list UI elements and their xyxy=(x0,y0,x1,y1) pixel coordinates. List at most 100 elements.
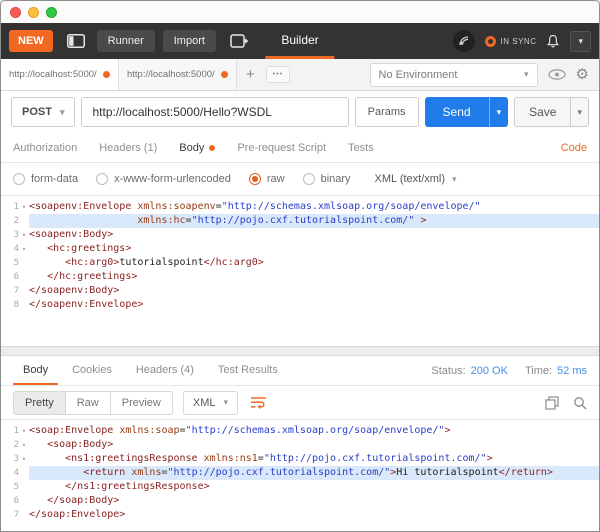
active-tab-dot xyxy=(209,145,215,151)
view-preview-button[interactable]: Preview xyxy=(111,391,173,415)
search-icon[interactable] xyxy=(573,396,587,410)
environment-quicklook-icon[interactable] xyxy=(548,69,566,80)
close-window-button[interactable] xyxy=(10,7,21,18)
tab-label: Cookies xyxy=(72,364,112,376)
runner-button[interactable]: Runner xyxy=(97,30,155,52)
line-number: 7 xyxy=(1,284,19,298)
body-mode-urlencoded[interactable]: x-www-form-urlencoded xyxy=(96,173,231,185)
response-tab-cookies[interactable]: Cookies xyxy=(62,356,122,385)
fold-spacer xyxy=(19,480,29,494)
tab-authorization[interactable]: Authorization xyxy=(13,142,77,154)
line-number: 3 xyxy=(1,452,19,466)
radio-icon xyxy=(96,173,108,185)
code-line: 4 <return xmlns="http://pojo.cxf.tutoria… xyxy=(1,466,599,480)
import-button[interactable]: Import xyxy=(163,30,216,52)
radio-label: form-data xyxy=(31,173,78,185)
line-number: 6 xyxy=(1,494,19,508)
notifications-bell-icon[interactable] xyxy=(546,34,560,49)
code-link[interactable]: Code xyxy=(561,142,587,154)
line-number: 6 xyxy=(1,270,19,284)
response-tab-body[interactable]: Body xyxy=(13,356,58,385)
params-button[interactable]: Params xyxy=(355,97,419,127)
copy-icon[interactable] xyxy=(545,396,559,410)
chevron-down-icon: ▾ xyxy=(60,107,65,118)
tab-pre-request-script[interactable]: Pre-request Script xyxy=(237,142,326,154)
fold-arrow-icon[interactable]: ▾ xyxy=(19,424,29,438)
code-text: <soap:Body> xyxy=(29,438,599,452)
content-type-select[interactable]: XML (text/xml) ▾ xyxy=(369,169,463,189)
sidebar-toggle-icon[interactable] xyxy=(61,30,91,52)
code-line: 5 <hc:arg0>tutorialspoint</hc:arg0> xyxy=(1,256,599,270)
response-tab-headers[interactable]: Headers (4) xyxy=(126,356,204,385)
body-mode-form-data[interactable]: form-data xyxy=(13,173,78,185)
sync-label: IN SYNC xyxy=(501,37,537,46)
tab-label: Authorization xyxy=(13,142,77,154)
code-line: 1▾<soap:Envelope xmlns:soap="http://sche… xyxy=(1,424,599,438)
fold-spacer xyxy=(19,256,29,270)
view-pretty-button[interactable]: Pretty xyxy=(13,391,66,415)
tab-headers[interactable]: Headers (1) xyxy=(99,142,157,154)
response-toolbar: Pretty Raw Preview XML ▾ xyxy=(1,386,599,420)
send-button[interactable]: Send xyxy=(425,97,489,127)
save-button[interactable]: Save xyxy=(514,97,571,127)
tab-builder[interactable]: Builder xyxy=(265,23,334,59)
zoom-window-button[interactable] xyxy=(46,7,57,18)
tab-body[interactable]: Body xyxy=(179,142,215,154)
response-view-switch: Pretty Raw Preview xyxy=(13,391,173,415)
save-dropdown-button[interactable]: ▾ xyxy=(571,97,589,127)
code-text: xmlns:hc="http://pojo.cxf.tutorialspoint… xyxy=(29,214,599,228)
url-input[interactable]: http://localhost:5000/Hello?WSDL xyxy=(81,97,348,127)
send-dropdown-button[interactable]: ▾ xyxy=(489,97,509,127)
line-number: 3 xyxy=(1,228,19,242)
code-line: 1▾<soapenv:Envelope xmlns:soapenv="http:… xyxy=(1,200,599,214)
line-number: 2 xyxy=(1,438,19,452)
fold-arrow-icon[interactable]: ▾ xyxy=(19,242,29,256)
pane-divider[interactable] xyxy=(1,346,599,356)
line-number: 5 xyxy=(1,256,19,270)
view-raw-button[interactable]: Raw xyxy=(66,391,111,415)
code-text: </hc:greetings> xyxy=(29,270,599,284)
sync-status[interactable]: IN SYNC xyxy=(485,36,537,47)
titlebar xyxy=(1,1,599,23)
tab-label: Headers (4) xyxy=(136,364,194,376)
fold-arrow-icon[interactable]: ▾ xyxy=(19,228,29,242)
environment-selector[interactable]: No Environment ▾ xyxy=(370,63,538,87)
fold-arrow-icon[interactable]: ▾ xyxy=(19,200,29,214)
interceptor-icon[interactable] xyxy=(453,30,475,52)
time-label: Time: xyxy=(525,365,552,377)
new-tab-button[interactable]: + xyxy=(237,59,264,90)
fold-arrow-icon[interactable]: ▾ xyxy=(19,438,29,452)
tab-label: Body xyxy=(23,364,48,376)
code-line: 3▾<soapenv:Body> xyxy=(1,228,599,242)
builder-tab-label: Builder xyxy=(281,33,318,47)
word-wrap-icon[interactable] xyxy=(250,396,267,409)
response-section-tabs: Body Cookies Headers (4) Test Results St… xyxy=(1,356,599,386)
method-select[interactable]: POST ▾ xyxy=(11,97,75,127)
response-body-editor[interactable]: 1▾<soap:Envelope xmlns:soap="http://sche… xyxy=(1,420,599,531)
body-mode-raw[interactable]: raw xyxy=(249,173,285,185)
code-line: 7</soap:Envelope> xyxy=(1,508,599,522)
tab-overflow-button[interactable]: ••• xyxy=(266,66,290,83)
fold-arrow-icon[interactable]: ▾ xyxy=(19,452,29,466)
tab-tests[interactable]: Tests xyxy=(348,142,374,154)
tab-label: Pre-request Script xyxy=(237,142,326,154)
line-number: 7 xyxy=(1,508,19,522)
new-button[interactable]: NEW xyxy=(9,30,53,52)
response-format-value: XML xyxy=(193,397,216,409)
response-format-select[interactable]: XML ▾ xyxy=(183,391,238,415)
request-body-editor[interactable]: 1▾<soapenv:Envelope xmlns:soapenv="http:… xyxy=(1,196,599,346)
header-menu-button[interactable]: ▾ xyxy=(570,31,591,52)
tab-label: Headers (1) xyxy=(99,142,157,154)
tab-label: Body xyxy=(179,142,204,154)
new-window-icon[interactable] xyxy=(224,30,255,52)
request-tab-1[interactable]: http://localhost:5000/ xyxy=(1,59,119,90)
chevron-down-icon: ▾ xyxy=(224,397,229,408)
app-header: NEW Runner Import Builder IN SYNC ▾ xyxy=(1,23,599,59)
request-tab-2[interactable]: http://localhost:5000/ xyxy=(119,59,237,90)
code-line: 2▾ <soap:Body> xyxy=(1,438,599,452)
body-mode-binary[interactable]: binary xyxy=(303,173,351,185)
response-tab-test-results[interactable]: Test Results xyxy=(208,356,288,385)
code-text: <hc:arg0>tutorialspoint</hc:arg0> xyxy=(29,256,599,270)
minimize-window-button[interactable] xyxy=(28,7,39,18)
settings-gear-icon[interactable]: ⚙ xyxy=(576,67,589,82)
